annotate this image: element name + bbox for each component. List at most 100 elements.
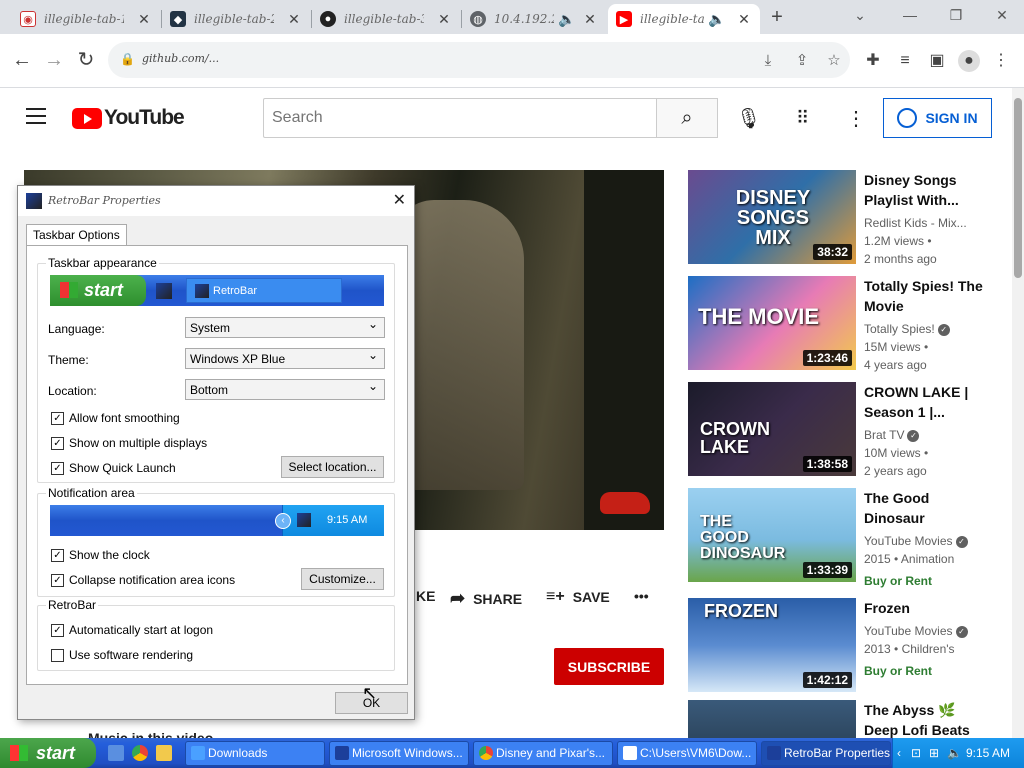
recommendation-item[interactable]: CROWN LAKE 1:38:58 CROWN LAKE | Season 1… xyxy=(688,382,988,478)
browser-tab[interactable]: ◍ 10.4.192.2 🔈 ✕ xyxy=(462,4,606,34)
chevron-down-icon[interactable]: ⌄ xyxy=(840,4,880,26)
checkbox-software-rendering[interactable]: Use software rendering xyxy=(51,648,193,662)
save-button[interactable]: ≡+ SAVE xyxy=(546,588,610,606)
taskbar-button-chrome[interactable]: Disney and Pixar's... xyxy=(473,741,613,766)
checkbox-collapse-icons[interactable]: ✓ Collapse notification area icons xyxy=(51,573,235,587)
video-thumbnail[interactable] xyxy=(688,700,856,738)
recommendation-item[interactable]: The Abyss 🌿 Deep Lofi Beats xyxy=(688,700,988,738)
video-title[interactable]: CROWN LAKE | Season 1 |... xyxy=(864,382,988,422)
search-button[interactable]: ⌕ xyxy=(656,98,718,138)
video-title[interactable]: The Good Dinosaur xyxy=(864,488,988,528)
volume-icon[interactable]: 🔈 xyxy=(947,746,962,760)
extensions-icon[interactable]: ✚ xyxy=(862,50,884,72)
close-tab-icon[interactable]: ✕ xyxy=(582,11,598,28)
taskbar-button-windows[interactable]: Microsoft Windows... xyxy=(329,741,469,766)
close-window-icon[interactable]: ✕ xyxy=(982,4,1022,26)
close-tab-icon[interactable]: ✕ xyxy=(736,11,752,28)
video-title[interactable]: Totally Spies! The Movie xyxy=(864,276,988,316)
audio-icon[interactable]: 🔈 xyxy=(708,11,725,28)
quick-launch-explorer-icon[interactable] xyxy=(108,745,124,761)
back-icon[interactable]: ← xyxy=(10,48,34,72)
channel-name[interactable]: Redlist Kids - Mix... xyxy=(864,214,988,232)
checkbox-empty-icon[interactable] xyxy=(51,648,64,662)
checkbox-multiple-displays[interactable]: ✓ Show on multiple displays xyxy=(51,436,207,450)
close-tab-icon[interactable]: ✕ xyxy=(136,11,152,28)
browser-tab-active[interactable]: ▶ illegible-tab-5 🔈 ✕ xyxy=(608,4,760,34)
close-tab-icon[interactable]: ✕ xyxy=(286,11,302,28)
theme-select[interactable]: Windows XP Blue xyxy=(185,348,385,369)
checkbox-show-clock[interactable]: ✓ Show the clock xyxy=(51,548,150,562)
profile-icon[interactable]: ● xyxy=(958,50,980,72)
more-actions-button[interactable]: ••• xyxy=(634,588,649,604)
taskbar-clock[interactable]: 9:15 AM xyxy=(966,746,1010,760)
new-tab-icon[interactable]: + xyxy=(766,6,788,28)
buy-or-rent-label[interactable]: Buy or Rent xyxy=(864,662,988,680)
location-select[interactable]: Bottom xyxy=(185,379,385,400)
video-thumbnail[interactable]: THE MOVIE 1:23:46 xyxy=(688,276,856,370)
quick-launch-chrome-icon[interactable] xyxy=(132,745,148,761)
browser-tab[interactable]: ◆ illegible-tab-2 ✕ xyxy=(162,4,310,34)
checkbox-quick-launch[interactable]: ✓ Show Quick Launch xyxy=(51,461,176,475)
audio-icon[interactable]: 🔈 xyxy=(558,11,575,28)
search-input[interactable] xyxy=(264,99,656,137)
tab-taskbar-options[interactable]: Taskbar Options xyxy=(26,224,127,246)
checkbox-check-icon[interactable]: ✓ xyxy=(51,548,64,562)
like-button[interactable]: KE xyxy=(416,588,435,604)
customize-button[interactable]: Customize... xyxy=(301,568,384,590)
channel-name[interactable]: YouTube Movies ✓ xyxy=(864,532,988,550)
share-button[interactable]: ➦ SHARE xyxy=(450,588,522,609)
bookmark-star-icon[interactable]: ☆ xyxy=(824,51,844,71)
recommendation-item[interactable]: THE MOVIE 1:23:46 Totally Spies! The Mov… xyxy=(688,276,988,372)
address-bar[interactable]: 🔒 github.com/... ⤓ ⇪ ☆ xyxy=(108,42,850,78)
share-icon[interactable]: ⇪ xyxy=(792,51,812,71)
browser-tab[interactable]: ● illegible-tab-3 ✕ xyxy=(312,4,460,34)
side-panel-icon[interactable]: ▣ xyxy=(926,50,948,72)
video-title[interactable]: The Abyss 🌿 Deep Lofi Beats xyxy=(864,700,988,738)
checkbox-check-icon[interactable]: ✓ xyxy=(51,461,64,475)
install-icon[interactable]: ⤓ xyxy=(758,51,778,71)
checkbox-check-icon[interactable]: ✓ xyxy=(51,436,64,450)
recommendation-item[interactable]: FROZEN 1:42:12 Frozen YouTube Movies ✓ 20… xyxy=(688,598,988,692)
microphone-icon[interactable]: 🎙 xyxy=(736,106,761,131)
checkbox-check-icon[interactable]: ✓ xyxy=(51,411,64,425)
select-location-button[interactable]: Select location... xyxy=(281,456,384,478)
video-title[interactable]: Frozen xyxy=(864,598,988,618)
restore-icon[interactable]: ❐ xyxy=(936,4,976,26)
checkbox-font-smoothing[interactable]: ✓ Allow font smoothing xyxy=(51,411,180,425)
video-thumbnail[interactable]: DISNEY SONGS MIX 38:32 xyxy=(688,170,856,264)
sign-in-button[interactable]: SIGN IN xyxy=(883,98,992,138)
channel-name[interactable]: Brat TV ✓ xyxy=(864,426,988,444)
video-thumbnail[interactable]: THE GOOD DINOSAUR 1:33:39 xyxy=(688,488,856,582)
forward-icon[interactable]: → xyxy=(42,48,66,72)
hamburger-menu-icon[interactable] xyxy=(26,108,46,124)
display-icon[interactable]: ⊡ xyxy=(911,746,921,760)
media-icon[interactable]: ≡ xyxy=(894,50,916,72)
youtube-logo[interactable]: YouTube xyxy=(72,106,185,130)
subscribe-button[interactable]: SUBSCRIBE xyxy=(554,648,664,685)
network-icon[interactable]: ⊞ xyxy=(929,746,939,760)
chevron-left-icon[interactable]: ‹ xyxy=(897,746,901,760)
minimize-icon[interactable]: — xyxy=(890,4,930,26)
checkbox-start-at-logon[interactable]: ✓ Automatically start at logon xyxy=(51,623,213,637)
checkbox-check-icon[interactable]: ✓ xyxy=(51,573,64,587)
browser-tab[interactable]: ◉ illegible-tab-1 ✕ xyxy=(12,4,160,34)
channel-name[interactable]: YouTube Movies ✓ xyxy=(864,622,988,640)
video-thumbnail[interactable]: FROZEN 1:42:12 xyxy=(688,598,856,692)
menu-icon[interactable]: ⋮ xyxy=(990,50,1012,72)
language-select[interactable]: System xyxy=(185,317,385,338)
close-tab-icon[interactable]: ✕ xyxy=(436,11,452,28)
recommendation-item[interactable]: DISNEY SONGS MIX 38:32 Disney Songs Play… xyxy=(688,170,988,266)
close-icon[interactable]: ✕ xyxy=(393,190,406,210)
dialog-titlebar[interactable]: RetroBar Properties ✕ xyxy=(18,186,414,216)
taskbar-button-downloads[interactable]: Downloads xyxy=(185,741,325,766)
video-thumbnail[interactable]: CROWN LAKE 1:38:58 xyxy=(688,382,856,476)
taskbar-button-7zip[interactable]: C:\Users\VM6\Dow... xyxy=(617,741,757,766)
buy-or-rent-label[interactable]: Buy or Rent xyxy=(864,572,988,590)
channel-name[interactable]: Totally Spies! ✓ xyxy=(864,320,988,338)
scrollbar-thumb[interactable] xyxy=(1014,98,1022,278)
reload-icon[interactable]: ↻ xyxy=(74,48,98,72)
checkbox-check-icon[interactable]: ✓ xyxy=(51,623,64,637)
quick-launch-folder-icon[interactable] xyxy=(156,745,172,761)
start-button[interactable]: start xyxy=(0,738,96,768)
page-scrollbar[interactable] xyxy=(1012,88,1024,738)
